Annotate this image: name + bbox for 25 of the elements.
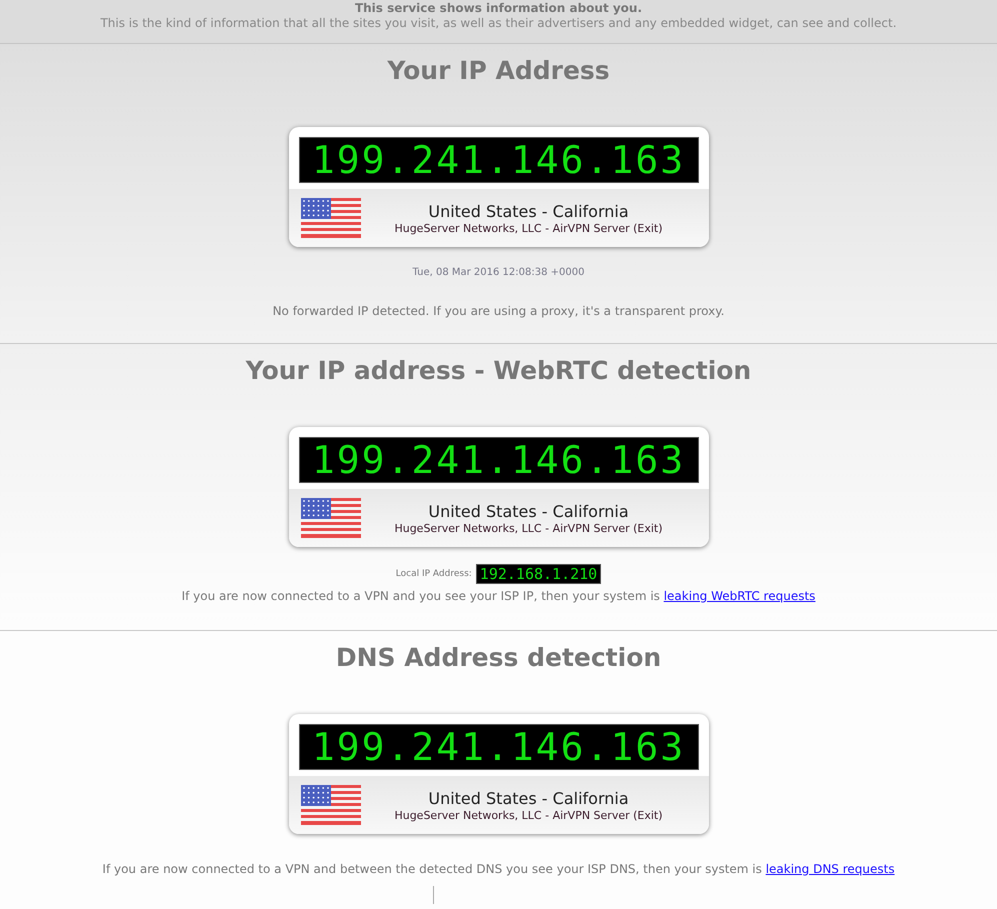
isp-text: HugeServer Networks, LLC - AirVPN Server (Exit) — [393, 522, 664, 534]
leak-link[interactable]: leaking WebRTC requests — [664, 589, 816, 603]
forwarded-ip-note: No forwarded IP detected. If you are using a proxy, it's a transparent proxy. — [272, 304, 724, 318]
ip-display: 199.241.146.163 — [298, 724, 698, 770]
location-text: United States - California — [427, 788, 630, 808]
local-ip-label: Local IP Address: — [396, 569, 472, 579]
flag-icon — [300, 785, 360, 825]
section-title: Your IP address - WebRTC detection — [246, 356, 752, 385]
leak-link[interactable]: leaking DNS requests — [766, 862, 895, 876]
flag-icon — [300, 198, 360, 238]
flag-icon — [300, 498, 360, 538]
location-text: United States - California — [427, 202, 630, 220]
timestamp: Tue, 08 Mar 2016 12:08:38 +0000 — [412, 267, 584, 278]
header-subtitle: This is the kind of information that all the sites you visit, as well as their advertisers and any embedded widget, can see and collect. — [99, 16, 898, 30]
ip-display: 199.241.146.163 — [298, 137, 698, 183]
leak-notice: If you are now connected to a VPN and you see your ISP IP, then your system is leaking WebRTC requests — [182, 589, 816, 603]
leak-notice: If you are now connected to a VPN and between the detected DNS you see your ISP DNS, then your system is leaking DNS requests — [102, 862, 895, 876]
header-title: This service shows information about you. — [354, 1, 644, 15]
location-text: United States - California — [427, 502, 630, 520]
section-title: Your IP Address — [387, 56, 610, 85]
isp-text: HugeServer Networks, LLC - AirVPN Server (Exit) — [393, 222, 664, 234]
section-title: DNS Address detection — [336, 643, 662, 672]
isp-text: HugeServer Networks, LLC - AirVPN Server (Exit) — [393, 808, 664, 822]
local-ip-display: 192.168.1.210 — [476, 564, 602, 584]
ip-display: 199.241.146.163 — [298, 437, 698, 483]
